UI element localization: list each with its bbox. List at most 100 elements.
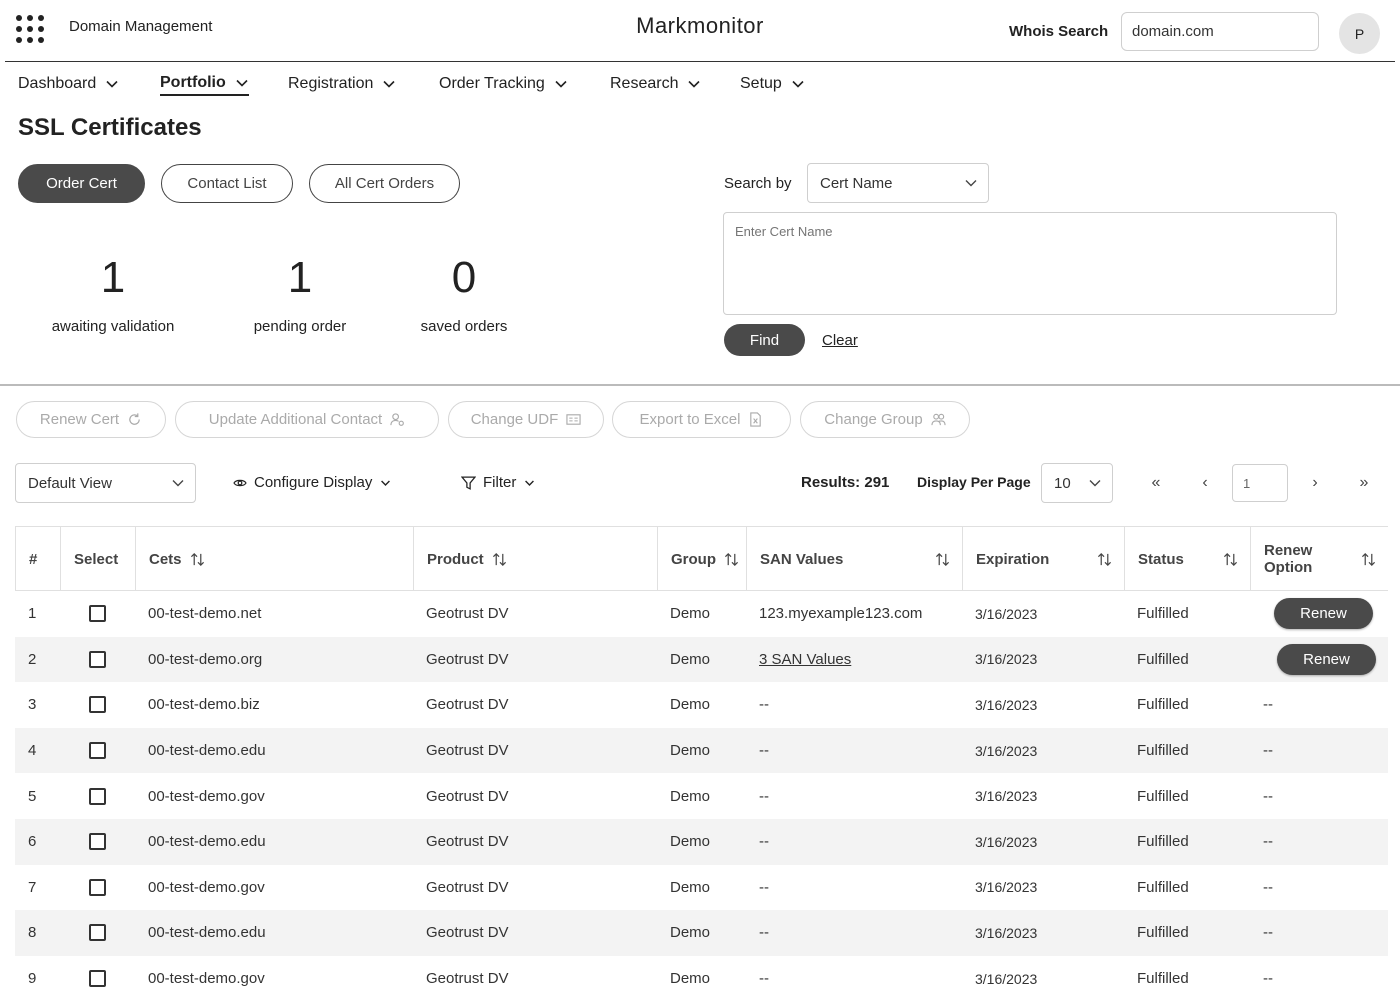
app-title[interactable]: Domain Management bbox=[69, 18, 212, 35]
clear-link[interactable]: Clear bbox=[822, 332, 858, 349]
cell-san-values: -- bbox=[759, 970, 769, 988]
nav-label: Portfolio bbox=[160, 74, 226, 91]
row-checkbox[interactable] bbox=[89, 787, 106, 805]
next-page-button[interactable]: › bbox=[1305, 474, 1325, 492]
row-checkbox[interactable] bbox=[89, 833, 106, 851]
cell-select bbox=[60, 773, 135, 819]
cell-status: Fulfilled bbox=[1137, 878, 1189, 896]
table-row[interactable]: 3 00-test-demo.biz Geotrust DV Demo -- 3/16/2… bbox=[15, 682, 1388, 728]
excel-file-icon bbox=[750, 412, 762, 427]
cell-status: Fulfilled bbox=[1137, 833, 1189, 851]
cell-cert-name: 00-test-demo.edu bbox=[148, 742, 266, 760]
order-cert-button[interactable]: Order Cert bbox=[18, 164, 145, 203]
row-checkbox[interactable] bbox=[89, 605, 106, 623]
nav-label: Registration bbox=[288, 75, 374, 92]
table-row[interactable]: 7 00-test-demo.gov Geotrust DV Demo -- 3/16/2… bbox=[15, 865, 1388, 911]
cell-number: 2 bbox=[28, 650, 37, 668]
nav-order-tracking[interactable]: Order Tracking bbox=[439, 72, 568, 96]
cell-san-values: -- bbox=[759, 924, 769, 942]
first-page-button[interactable]: « bbox=[1146, 474, 1166, 492]
change-udf-button[interactable]: Change UDF bbox=[448, 401, 604, 438]
nav-label: Dashboard bbox=[18, 75, 97, 92]
cell-cert-name: 00-test-demo.gov bbox=[148, 878, 265, 896]
prev-page-button[interactable]: ‹ bbox=[1195, 474, 1215, 492]
table-row[interactable]: 4 00-test-demo.edu Geotrust DV Demo -- 3/16/2… bbox=[15, 727, 1388, 774]
cell-number: 5 bbox=[28, 787, 37, 805]
cert-name-search-input[interactable] bbox=[723, 212, 1337, 315]
renew-cert-button[interactable]: Renew Cert bbox=[16, 401, 166, 438]
table-row[interactable]: 1 00-test-demo.net Geotrust DV Demo 123.myex… bbox=[15, 591, 1388, 637]
cell-number: 7 bbox=[28, 878, 37, 896]
cell-select bbox=[60, 910, 135, 956]
user-avatar[interactable]: P bbox=[1339, 13, 1380, 54]
stat-pending-order[interactable]: 1 pending order bbox=[230, 256, 370, 336]
nav-research[interactable]: Research bbox=[610, 72, 701, 96]
cell-status: Fulfilled bbox=[1137, 605, 1189, 623]
action-label: Export to Excel bbox=[639, 411, 741, 428]
nav-portfolio[interactable]: Portfolio bbox=[160, 72, 249, 96]
whois-search-input[interactable] bbox=[1121, 12, 1319, 51]
col-expiration[interactable]: Expiration bbox=[962, 527, 1124, 591]
cell-product: Geotrust DV bbox=[426, 878, 509, 896]
renew-button[interactable]: Renew bbox=[1277, 643, 1376, 675]
renew-button[interactable]: Renew bbox=[1274, 598, 1373, 630]
cell-renew-option: Renew bbox=[1250, 591, 1388, 637]
view-select[interactable]: Default View bbox=[15, 463, 196, 503]
col-status[interactable]: Status bbox=[1124, 527, 1250, 591]
page-number-input[interactable] bbox=[1232, 464, 1288, 502]
row-checkbox[interactable] bbox=[89, 924, 106, 942]
export-to-excel-button[interactable]: Export to Excel bbox=[612, 401, 791, 438]
san-values-link[interactable]: 3 SAN Values bbox=[759, 651, 851, 668]
cell-product: Geotrust DV bbox=[426, 696, 509, 714]
cell-group: Demo bbox=[670, 970, 711, 988]
table-row[interactable]: 2 00-test-demo.org Geotrust DV Demo 3 SAN Va… bbox=[15, 636, 1388, 683]
all-cert-orders-button[interactable]: All Cert Orders bbox=[309, 164, 460, 203]
table-row[interactable]: 8 00-test-demo.edu Geotrust DV Demo -- 3/16/2… bbox=[15, 910, 1388, 956]
find-button[interactable]: Find bbox=[724, 324, 805, 356]
per-page-select[interactable]: 10 bbox=[1041, 463, 1113, 503]
search-field-value: Cert Name bbox=[820, 174, 893, 192]
nav-dashboard[interactable]: Dashboard bbox=[18, 72, 119, 96]
cell-status: Fulfilled bbox=[1137, 787, 1189, 805]
nav-registration[interactable]: Registration bbox=[288, 72, 396, 96]
row-checkbox[interactable] bbox=[89, 650, 106, 668]
table-row[interactable]: 6 00-test-demo.edu Geotrust DV Demo -- 3/16/2… bbox=[15, 818, 1388, 865]
action-label: Change UDF bbox=[470, 411, 559, 428]
col-product[interactable]: Product bbox=[413, 527, 657, 591]
row-checkbox[interactable] bbox=[89, 696, 106, 714]
update-additional-contact-button[interactable]: Update Additional Contact bbox=[175, 401, 439, 438]
col-certs[interactable]: Cets bbox=[135, 527, 413, 591]
filter-button[interactable]: Filter bbox=[461, 474, 535, 491]
action-label: Update Additional Contact bbox=[208, 411, 383, 428]
cell-product: Geotrust DV bbox=[426, 924, 509, 942]
row-checkbox[interactable] bbox=[89, 878, 106, 896]
col-group[interactable]: Group bbox=[657, 527, 746, 591]
table-row[interactable]: 5 00-test-demo.gov Geotrust DV Demo -- 3/16/2… bbox=[15, 773, 1388, 819]
cell-group: Demo bbox=[670, 833, 711, 851]
col-renew-option[interactable]: Renew Option bbox=[1250, 527, 1388, 591]
row-checkbox[interactable] bbox=[89, 742, 106, 760]
nav-setup[interactable]: Setup bbox=[740, 72, 805, 96]
cell-san-values: 3 SAN Values bbox=[746, 637, 962, 683]
contact-list-button[interactable]: Contact List bbox=[161, 164, 293, 203]
stat-label: awaiting validation bbox=[51, 318, 175, 335]
configure-display-button[interactable]: Configure Display bbox=[233, 474, 391, 491]
table-header: # Select Cets Product Group SAN Values E… bbox=[15, 526, 1388, 591]
cell-product: Geotrust DV bbox=[426, 605, 509, 623]
row-checkbox[interactable] bbox=[89, 970, 106, 988]
view-value: Default View bbox=[28, 474, 112, 492]
cell-expiration: 3/16/2023 bbox=[975, 605, 1038, 622]
app-grid-icon[interactable] bbox=[16, 15, 44, 43]
last-page-button[interactable]: » bbox=[1354, 474, 1374, 492]
stat-saved-orders[interactable]: 0 saved orders bbox=[399, 256, 529, 336]
change-group-button[interactable]: Change Group bbox=[800, 401, 970, 438]
search-field-select[interactable]: Cert Name bbox=[807, 163, 989, 203]
id-card-icon bbox=[566, 414, 581, 425]
cell-group: Demo bbox=[670, 878, 711, 896]
chevron-down-icon bbox=[106, 80, 118, 88]
brand-name[interactable]: Markmonitor bbox=[636, 13, 764, 38]
table-row[interactable]: 9 00-test-demo.gov Geotrust DV Demo -- 3/16/2… bbox=[15, 956, 1388, 996]
section-divider bbox=[0, 384, 1400, 386]
stat-awaiting-validation[interactable]: 1 awaiting validation bbox=[33, 256, 193, 336]
col-san-values[interactable]: SAN Values bbox=[746, 527, 962, 591]
